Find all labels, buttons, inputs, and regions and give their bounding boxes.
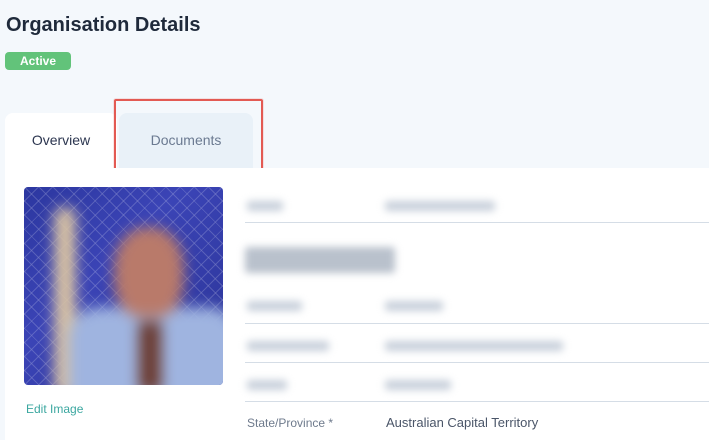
page-title: Organisation Details [6,14,201,36]
blurred-person-figure [54,207,223,385]
blurred-section-heading [245,247,395,273]
blurred-field-value [385,201,495,211]
status-badge: Active [5,52,71,70]
form-divider [245,222,709,223]
form-divider [245,362,709,363]
state-province-label: State/Province * [247,416,334,430]
blurred-field-label [247,301,302,311]
state-province-value: Australian Capital Territory [386,415,539,430]
blurred-field-label [247,201,283,211]
details-form [245,195,709,440]
form-divider [245,401,709,402]
form-divider [245,323,709,324]
edit-image-link[interactable]: Edit Image [26,402,83,416]
blurred-field-label [247,341,329,351]
blurred-field-label [247,380,287,390]
tab-documents[interactable]: Documents [119,113,253,171]
tab-overview[interactable]: Overview [5,113,117,171]
blurred-field-value [385,380,451,390]
blurred-field-value [385,341,563,351]
organisation-photo [24,187,223,385]
blurred-field-value [385,301,443,311]
